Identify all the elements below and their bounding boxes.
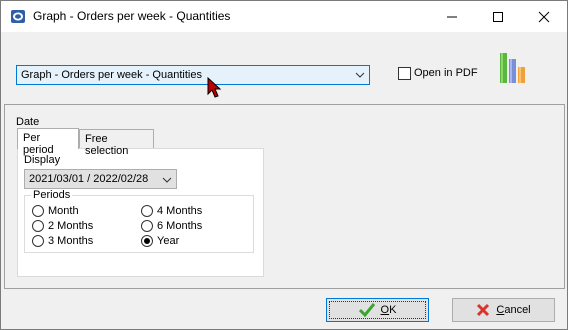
radio-circle[interactable] [32,220,44,232]
chevron-down-icon [355,72,365,78]
minimize-button[interactable] [429,1,475,32]
cancel-button[interactable]: Cancel [452,298,555,322]
radio-label: Month [48,205,79,217]
open-in-pdf-label[interactable]: Open in PDF [414,67,478,79]
red-x-icon [477,303,490,317]
radio-2-months[interactable]: 2 Months [32,220,93,232]
radio-year[interactable]: Year [141,235,179,247]
periods-label: Periods [31,189,73,201]
chevron-down-icon [162,177,172,183]
radio-circle[interactable] [141,205,153,217]
tab-per-period[interactable]: Per period [17,128,79,156]
graph-select-value: Graph - Orders per week - Quantities [21,69,202,81]
radio-4-months[interactable]: 4 Months [141,205,202,217]
maximize-icon [493,11,503,22]
graph-select[interactable]: Graph - Orders per week - Quantities [16,65,370,85]
radio-circle[interactable] [32,205,44,217]
tab-free-selection[interactable]: Free selection [79,129,154,157]
radio-6-months[interactable]: 6 Months [141,220,202,232]
focus-rectangle [329,301,426,319]
radio-month[interactable]: Month [32,205,79,217]
radio-circle-selected[interactable] [141,235,153,247]
ok-button[interactable]: OK [326,298,429,322]
date-label: Date [16,116,40,128]
open-in-pdf-checkbox[interactable] [398,67,411,80]
radio-circle[interactable] [32,235,44,247]
bar-chart-icon[interactable] [498,51,528,85]
close-icon [538,11,550,22]
radio-label: Year [157,235,180,247]
display-period-select[interactable]: 2021/03/01 / 2022/02/28 [24,169,177,189]
close-button[interactable] [521,1,567,32]
radio-circle[interactable] [141,220,153,232]
dialog-window: Graph - Orders per week - Quantities Gra… [0,0,568,330]
radio-label: 3 Months [48,235,94,247]
title-bar: Graph - Orders per week - Quantities [1,1,567,32]
cancel-label-rest: ancel [504,304,531,316]
display-period-value: 2021/03/01 / 2022/02/28 [29,173,149,185]
radio-label: 4 Months [157,205,203,217]
app-icon [11,10,25,23]
cancel-label: Cancel [496,304,530,316]
radio-label: 2 Months [48,220,94,232]
radio-label: 6 Months [157,220,203,232]
window-title: Graph - Orders per week - Quantities [33,9,231,23]
mouse-cursor-icon [207,77,222,98]
maximize-button[interactable] [475,1,521,32]
radio-3-months[interactable]: 3 Months [32,235,93,247]
minimize-icon [447,16,457,17]
